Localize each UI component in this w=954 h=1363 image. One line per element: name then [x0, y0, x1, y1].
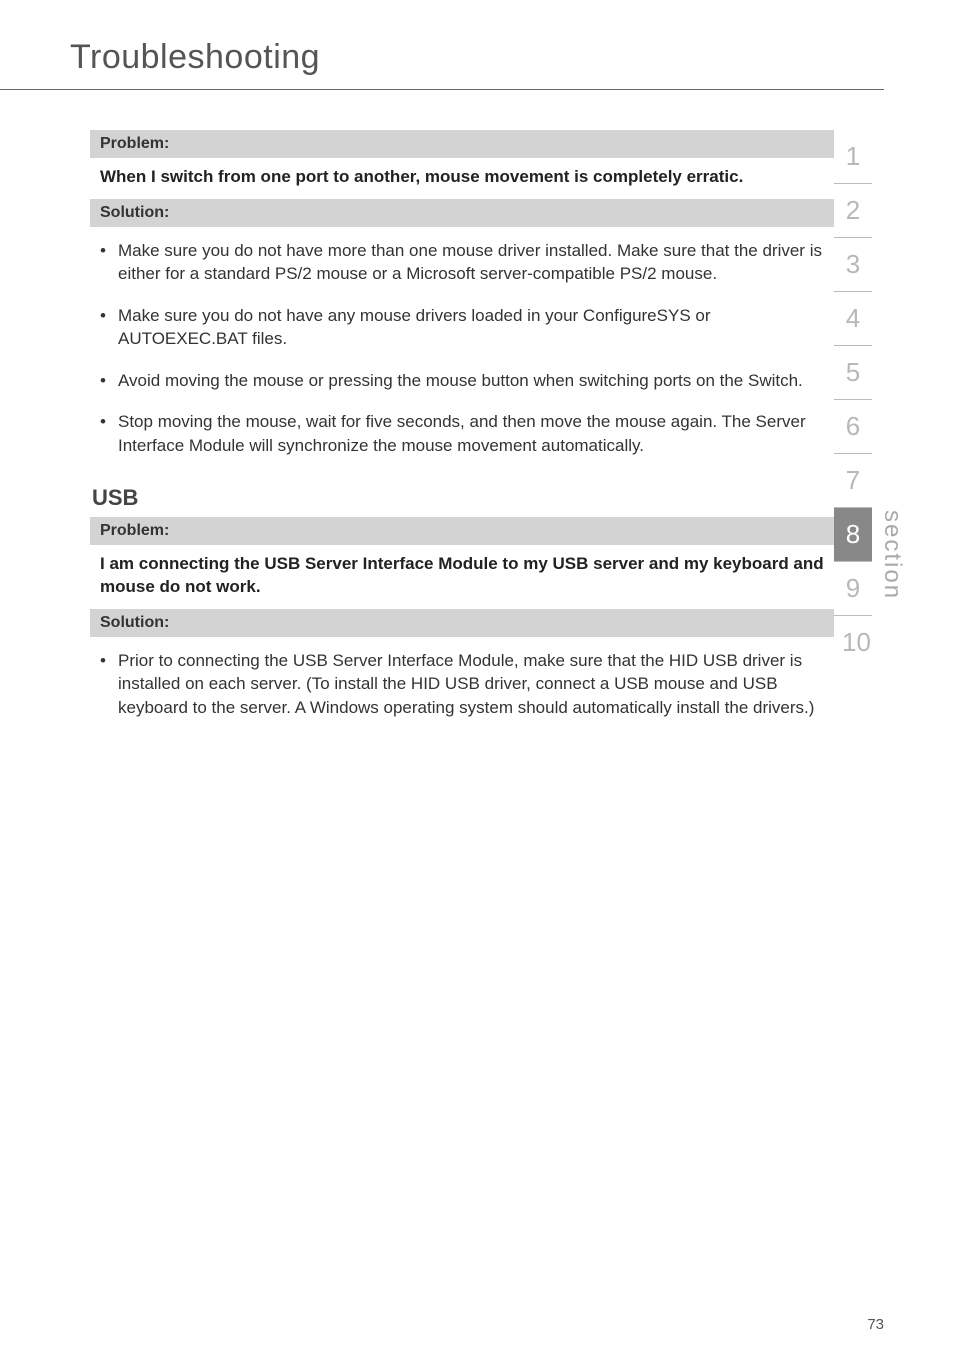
section-num-10: 10	[834, 616, 872, 669]
section-num-8: 8	[834, 508, 872, 562]
problem-header-2: Problem:	[90, 517, 834, 545]
page-title: Troubleshooting	[0, 0, 884, 90]
section-sidebar: 1 2 3 4 5 6 7 8 9 10 section	[834, 130, 906, 669]
section-num-2: 2	[834, 184, 872, 238]
solution-list-1: Make sure you do not have more than one …	[90, 233, 834, 457]
section-num-9: 9	[834, 562, 872, 616]
section-num-6: 6	[834, 400, 872, 454]
section-numbers: 1 2 3 4 5 6 7 8 9 10	[834, 130, 872, 669]
problem-text-1: When I switch from one port to another, …	[90, 164, 834, 199]
section-num-3: 3	[834, 238, 872, 292]
solution-list-2: Prior to connecting the USB Server Inter…	[90, 643, 834, 719]
problem-text-2: I am connecting the USB Server Interface…	[90, 551, 834, 609]
list-item: Make sure you do not have more than one …	[100, 239, 834, 286]
main-content: Problem: When I switch from one port to …	[0, 90, 954, 719]
problem-header-1: Problem:	[90, 130, 834, 158]
list-item: Stop moving the mouse, wait for five sec…	[100, 410, 834, 457]
section-num-4: 4	[834, 292, 872, 346]
usb-heading: USB	[90, 475, 834, 517]
list-item: Make sure you do not have any mouse driv…	[100, 304, 834, 351]
list-item: Prior to connecting the USB Server Inter…	[100, 649, 834, 719]
list-item: Avoid moving the mouse or pressing the m…	[100, 369, 834, 392]
section-num-1: 1	[834, 130, 872, 184]
section-num-7: 7	[834, 454, 872, 508]
solution-header-1: Solution:	[90, 199, 834, 227]
solution-header-2: Solution:	[90, 609, 834, 637]
page-number: 73	[867, 1316, 884, 1333]
section-label: section	[878, 510, 906, 600]
section-num-5: 5	[834, 346, 872, 400]
